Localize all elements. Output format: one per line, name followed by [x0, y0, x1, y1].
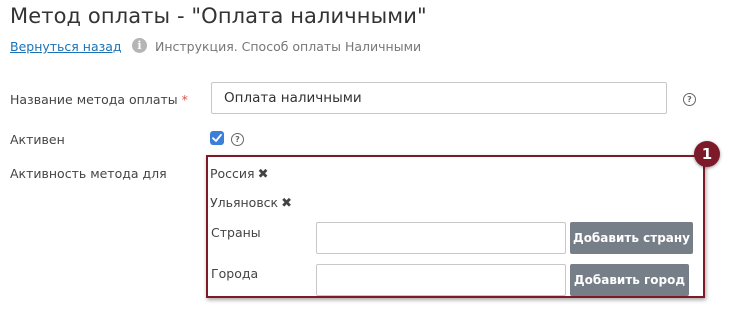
add-city-button[interactable]: Добавить город [570, 264, 689, 296]
tag-label: Россия [210, 166, 255, 181]
instruction-text: Инструкция. Способ оплаты Наличными [155, 39, 422, 54]
page-title: Метод оплаты - "Оплата наличными" [10, 4, 427, 28]
method-name-input[interactable] [211, 82, 667, 114]
remove-tag-icon[interactable]: ✖ [258, 167, 269, 182]
active-label: Активен [10, 132, 65, 147]
countries-label: Страны [211, 225, 261, 240]
cities-input[interactable] [316, 264, 566, 296]
remove-tag-icon[interactable]: ✖ [281, 196, 292, 211]
countries-input[interactable] [316, 222, 566, 254]
add-country-button[interactable]: Добавить страну [570, 222, 693, 254]
method-name-label: Название метода оплаты * [10, 92, 188, 107]
question-circle-icon[interactable]: ? [683, 93, 696, 106]
question-circle-icon[interactable]: ? [231, 133, 244, 146]
tag-city: Ульяновск ✖ [210, 195, 292, 211]
tag-label: Ульяновск [210, 195, 279, 210]
required-mark: * [181, 92, 188, 107]
activity-label: Активность метода для [10, 166, 167, 181]
info-icon: i [132, 38, 147, 53]
cities-label: Города [211, 266, 259, 281]
tag-country: Россия ✖ [210, 166, 268, 182]
back-link[interactable]: Вернуться назад [10, 39, 122, 54]
method-name-label-text: Название метода оплаты [10, 92, 178, 107]
checkmark-icon [212, 133, 222, 142]
annotation-badge: 1 [694, 141, 720, 167]
active-checkbox[interactable] [210, 131, 224, 145]
